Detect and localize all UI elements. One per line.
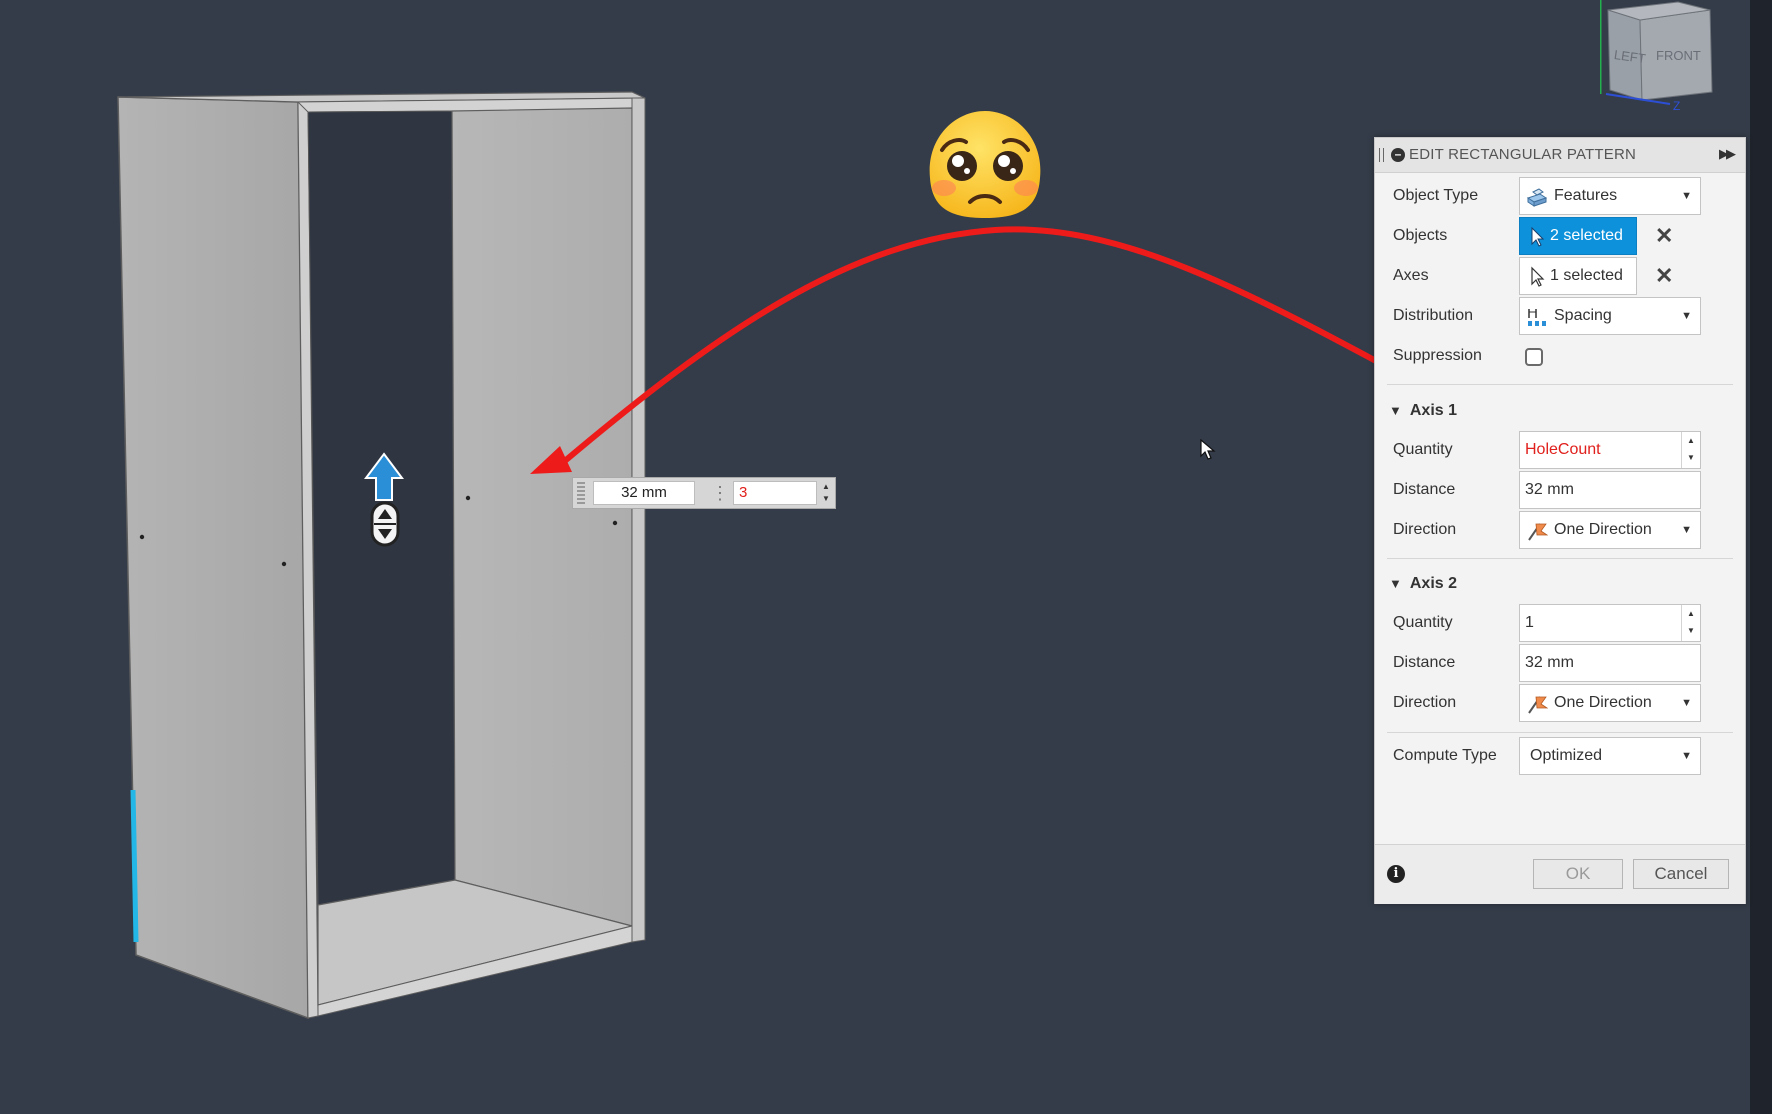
dialog-title: EDIT RECTANGULAR PATTERN bbox=[1409, 146, 1637, 163]
axis2-quantity-label: Quantity bbox=[1393, 614, 1453, 631]
hole-marker bbox=[612, 520, 618, 526]
axis1-direction-label: Direction bbox=[1393, 521, 1457, 538]
axis2-quantity-value: 1 bbox=[1525, 614, 1534, 631]
chevron-down-icon: ▼ bbox=[1681, 697, 1692, 709]
axis1-quantity-spinner[interactable]: ▲ ▼ bbox=[1681, 432, 1700, 468]
compute-type-label: Compute Type bbox=[1393, 747, 1497, 764]
axis1-section-toggle[interactable]: ▼ Axis 1 bbox=[1389, 402, 1457, 420]
axes-label: Axes bbox=[1393, 267, 1429, 284]
axis1-quantity-label: Quantity bbox=[1393, 441, 1453, 458]
direction-flag-icon bbox=[1528, 523, 1548, 541]
viewcube-z-label: Z bbox=[1673, 99, 1680, 112]
distribution-dropdown[interactable]: Spacing ▼ bbox=[1519, 297, 1701, 335]
axis1-direction-dropdown[interactable]: One Direction ▼ bbox=[1519, 511, 1701, 549]
drag-grip-icon[interactable] bbox=[577, 482, 585, 504]
features-icon bbox=[1526, 188, 1548, 207]
axis2-section-toggle[interactable]: ▼ Axis 2 bbox=[1389, 575, 1457, 593]
objects-value: 2 selected bbox=[1550, 227, 1623, 244]
axis2-quantity-input[interactable]: 1 ▲ ▼ bbox=[1519, 604, 1701, 642]
dialog-header[interactable]: – EDIT RECTANGULAR PATTERN ▶▶ bbox=[1375, 138, 1745, 173]
chevron-down-icon: ▼ bbox=[1681, 750, 1692, 762]
cabinet-right-edge bbox=[631, 97, 646, 943]
pointer-select-icon bbox=[1531, 226, 1545, 247]
cabinet-left-side[interactable] bbox=[117, 96, 309, 1020]
canvas-quantity-field[interactable]: 3 bbox=[733, 481, 817, 505]
objects-selection-button[interactable]: 2 selected bbox=[1519, 217, 1637, 255]
edit-rectangular-pattern-dialog: – EDIT RECTANGULAR PATTERN ▶▶ Object Typ… bbox=[1374, 137, 1746, 904]
axis2-title: Axis 2 bbox=[1409, 575, 1458, 592]
chevron-down-icon: ▼ bbox=[1681, 524, 1692, 536]
axis1-quantity-value: HoleCount bbox=[1525, 441, 1601, 458]
axis1-title: Axis 1 bbox=[1409, 402, 1458, 419]
compute-type-dropdown[interactable]: Optimized ▼ bbox=[1519, 737, 1701, 775]
divider bbox=[1387, 384, 1733, 385]
object-type-label: Object Type bbox=[1393, 187, 1479, 204]
divider bbox=[1387, 558, 1733, 559]
object-type-value: Features bbox=[1554, 187, 1618, 204]
axes-selection-button[interactable]: 1 selected bbox=[1519, 257, 1637, 295]
objects-label: Objects bbox=[1393, 227, 1448, 244]
axis2-quantity-spinner[interactable]: ▲ ▼ bbox=[1681, 605, 1700, 641]
triangle-down-icon: ▼ bbox=[1389, 576, 1402, 591]
on-canvas-pattern-input[interactable]: 32 mm ⋮ 3 ▲ ▼ bbox=[572, 477, 836, 509]
clear-objects-icon[interactable]: ✕ bbox=[1655, 223, 1673, 249]
suppression-checkbox[interactable] bbox=[1525, 348, 1543, 366]
chevron-down-icon: ▼ bbox=[1681, 310, 1692, 322]
axis2-direction-value: One Direction bbox=[1554, 694, 1652, 711]
divider bbox=[1387, 732, 1733, 733]
hole-marker bbox=[465, 495, 471, 501]
collapse-icon[interactable]: – bbox=[1391, 148, 1405, 162]
canvas-quantity-spinner[interactable]: ▲ ▼ bbox=[819, 481, 833, 505]
cancel-button[interactable]: Cancel bbox=[1633, 859, 1729, 889]
axis1-distance-value: 32 mm bbox=[1525, 481, 1574, 498]
axis2-distance-value: 32 mm bbox=[1525, 654, 1574, 671]
chevron-down-icon: ▼ bbox=[1681, 190, 1692, 202]
suppression-label: Suppression bbox=[1393, 347, 1482, 364]
hole-marker bbox=[139, 534, 145, 540]
distribution-label: Distribution bbox=[1393, 307, 1474, 324]
axis1-direction-value: One Direction bbox=[1554, 521, 1652, 538]
clear-axes-icon[interactable]: ✕ bbox=[1655, 263, 1673, 289]
object-type-dropdown[interactable]: Features ▼ bbox=[1519, 177, 1701, 215]
dialog-footer: i OK Cancel bbox=[1375, 844, 1745, 904]
compute-type-value: Optimized bbox=[1530, 747, 1603, 764]
triangle-down-icon: ▼ bbox=[1389, 403, 1402, 418]
axis1-distance-label: Distance bbox=[1393, 481, 1456, 498]
canvas-distance-field[interactable]: 32 mm bbox=[593, 481, 695, 505]
pleading-face-emoji bbox=[929, 111, 1041, 218]
viewcube-front-label[interactable]: FRONT bbox=[1656, 48, 1701, 63]
ok-button[interactable]: OK bbox=[1533, 859, 1623, 889]
axis1-quantity-input[interactable]: HoleCount ▲ ▼ bbox=[1519, 431, 1701, 469]
axes-value: 1 selected bbox=[1550, 267, 1623, 284]
window-edge-strip bbox=[1750, 0, 1772, 1114]
expand-panel-icon[interactable]: ▶▶ bbox=[1719, 146, 1736, 162]
mouse-cursor-icon bbox=[1200, 439, 1216, 460]
axis2-distance-label: Distance bbox=[1393, 654, 1456, 671]
panel-grip-icon[interactable] bbox=[1379, 148, 1384, 162]
selected-edge-highlight bbox=[130, 789, 139, 943]
view-cube[interactable]: LEFT FRONT Z bbox=[1598, 0, 1720, 113]
info-icon[interactable]: i bbox=[1387, 865, 1405, 883]
direction-flag-icon bbox=[1528, 696, 1548, 714]
pointer-select-icon bbox=[1531, 266, 1545, 287]
axis2-direction-label: Direction bbox=[1393, 694, 1457, 711]
axis2-distance-input[interactable]: 32 mm bbox=[1519, 644, 1701, 682]
3d-viewport[interactable]: LEFT FRONT Z 32 mm ⋮ 3 ▲ ▼ – EDIT RECTANG… bbox=[0, 0, 1772, 1114]
axis1-distance-input[interactable]: 32 mm bbox=[1519, 471, 1701, 509]
cabinet-right-inner-face[interactable] bbox=[451, 107, 633, 927]
distribution-value: Spacing bbox=[1554, 307, 1612, 324]
spacing-icon bbox=[1528, 309, 1546, 326]
hole-marker bbox=[281, 561, 287, 567]
axis2-direction-dropdown[interactable]: One Direction ▼ bbox=[1519, 684, 1701, 722]
more-options-icon[interactable]: ⋮ bbox=[711, 483, 729, 503]
